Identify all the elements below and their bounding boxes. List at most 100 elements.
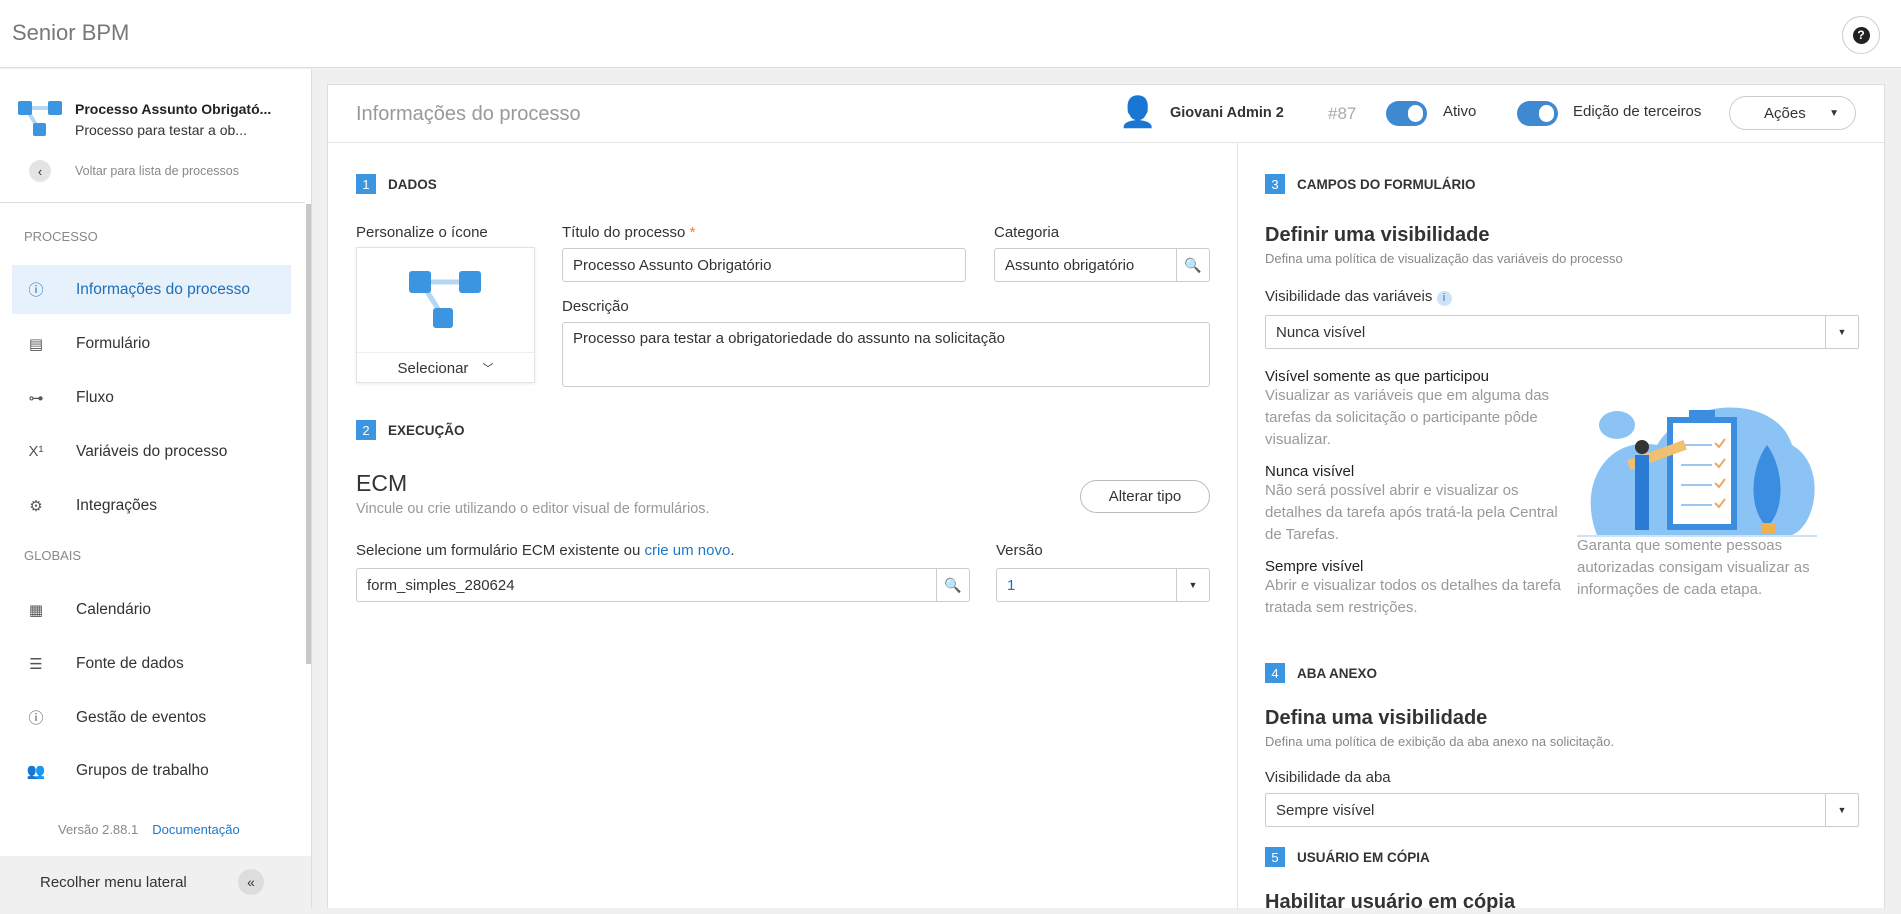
section-number: 5 (1265, 847, 1285, 867)
sidebar-item-label: Grupos de trabalho (76, 761, 209, 779)
checklist-illustration (1577, 407, 1817, 537)
visibility-options: Visível somente as que participou Visual… (1265, 368, 1575, 619)
collapse-label: Recolher menu lateral (40, 873, 187, 891)
sidebar-item-variaveis[interactable]: X¹ Variáveis do processo (12, 427, 291, 476)
icon-select-label: Selecionar (397, 359, 469, 377)
caret-down-icon: ▼ (1825, 316, 1858, 348)
alert-icon: ⓘ (28, 710, 44, 727)
question-icon: ? (1852, 26, 1870, 44)
process-title: Processo Assunto Obrigató... (75, 101, 272, 117)
edicao-terceiros-label: Edição de terceiros (1573, 103, 1702, 120)
anexo-select[interactable]: Sempre visível ▼ (1265, 793, 1859, 827)
calendar-icon: ▦ (28, 601, 44, 619)
process-icon (18, 101, 62, 136)
group-icon: 👥 (26, 762, 46, 780)
vis-label: Visibilidade das variáveis i (1265, 288, 1452, 306)
form-value: form_simples_280624 (367, 576, 515, 594)
icon-select-button[interactable]: Selecionar ﹀ (357, 352, 534, 383)
option-title: Nunca visível (1265, 463, 1355, 480)
divider (0, 202, 305, 203)
ativo-toggle[interactable] (1386, 101, 1427, 126)
collapse-bar[interactable]: Recolher menu lateral « (0, 856, 311, 908)
option-title: Sempre visível (1265, 558, 1364, 575)
actions-button[interactable]: Ações ▼ (1729, 96, 1856, 130)
sidebar-item-label: Formulário (76, 334, 151, 352)
sidebar-item-formulario[interactable]: ▤ Formulário (12, 319, 291, 368)
user-name: Giovani Admin 2 (1170, 105, 1284, 121)
section-title: DADOS (388, 176, 437, 192)
sidebar-item-informacoes[interactable]: ⓘ Informações do processo (12, 265, 291, 314)
option-text: Visualizar as variáveis que em alguma da… (1265, 387, 1550, 448)
section-number: 1 (356, 174, 376, 194)
form-icon: ▤ (28, 335, 44, 353)
caret-down-icon: ▼ (1176, 569, 1209, 601)
vis-value: Nunca visível (1276, 323, 1366, 341)
section-campos: 3 CAMPOS DO FORMULÁRIO (1265, 174, 1476, 194)
sidebar-item-eventos[interactable]: ⓘ Gestão de eventos (12, 693, 291, 742)
sidebar-item-fonte-dados[interactable]: ☰ Fonte de dados (12, 639, 291, 688)
actions-label: Ações (1764, 104, 1806, 122)
sidebar-scrollbar[interactable] (306, 204, 311, 664)
sidebar-item-grupos[interactable]: 👥 Grupos de trabalho (12, 746, 291, 795)
versao-label: Versão (996, 542, 1043, 559)
icon-picker[interactable]: Selecionar ﹀ (356, 247, 535, 383)
version-info: Versão 2.88.1 Documentação (58, 822, 240, 837)
section-dados: 1 DADOS (356, 174, 437, 194)
form-label-end: . (730, 542, 735, 559)
form-label: Selecione um formulário ECM existente ou… (356, 542, 735, 559)
column-divider (1237, 143, 1238, 909)
section-number: 3 (1265, 174, 1285, 194)
option-text: Abrir e visualizar todos os detalhes da … (1265, 577, 1561, 616)
double-chevron-left-icon[interactable]: « (238, 869, 264, 895)
user-avatar-icon: 👤 (1119, 96, 1157, 129)
section-title: USUÁRIO EM CÓPIA (1297, 849, 1430, 865)
section-anexo: 4 ABA ANEXO (1265, 663, 1377, 683)
info-icon: ⓘ (28, 282, 44, 299)
chevron-down-icon: ﹀ (482, 363, 494, 375)
section-title: ABA ANEXO (1297, 665, 1378, 681)
campos-subtitle: Defina uma política de visualização das … (1265, 251, 1623, 266)
categoria-input[interactable]: Assunto obrigatório 🔍 (994, 248, 1210, 282)
section-number: 2 (356, 420, 376, 440)
database-icon: ☰ (29, 655, 43, 673)
edicao-terceiros-toggle[interactable] (1517, 101, 1558, 126)
variable-icon: X¹ (28, 443, 44, 460)
form-input[interactable]: form_simples_280624 🔍 (356, 568, 970, 602)
vis-select[interactable]: Nunca visível ▼ (1265, 315, 1859, 349)
categoria-value: Assunto obrigatório (1005, 256, 1135, 274)
descricao-textarea[interactable]: Processo para testar a obrigatoriedade d… (562, 322, 1210, 387)
process-subtitle: Processo para testar a ob... (75, 122, 247, 138)
campos-heading: Definir uma visibilidade (1265, 224, 1490, 246)
required-mark: * (689, 224, 696, 241)
section-title: CAMPOS DO FORMULÁRIO (1297, 176, 1476, 192)
anexo-subtitle: Defina uma política de exibição da aba a… (1265, 734, 1615, 749)
back-link[interactable]: Voltar para lista de processos (75, 164, 239, 178)
flow-icon: ⊶ (28, 389, 44, 407)
panel-header: Informações do processo 👤 Giovani Admin … (328, 85, 1884, 143)
icon-label: Personalize o ícone (356, 224, 488, 241)
back-button[interactable]: ‹ (29, 160, 51, 182)
sidebar-item-calendario[interactable]: ▦ Calendário (12, 585, 291, 634)
sidebar-item-label: Gestão de eventos (76, 708, 207, 726)
search-icon[interactable]: 🔍 (1176, 249, 1209, 281)
info-icon[interactable]: i (1436, 291, 1452, 306)
main-panel: Informações do processo 👤 Giovani Admin … (327, 84, 1885, 913)
execution-type: ECM (356, 470, 408, 496)
section-processo: PROCESSO (24, 229, 98, 244)
sidebar-item-label: Integrações (76, 496, 157, 514)
section-copia: 5 USUÁRIO EM CÓPIA (1265, 847, 1430, 867)
illustration-caption: Garanta que somente pessoas autorizadas … (1577, 537, 1810, 598)
versao-select[interactable]: 1 ▼ (996, 568, 1210, 602)
titulo-input[interactable]: Processo Assunto Obrigatório (562, 248, 966, 282)
vis-label-text: Visibilidade das variáveis (1265, 288, 1433, 305)
help-button[interactable]: ? (1842, 16, 1880, 54)
change-type-button[interactable]: Alterar tipo (1080, 480, 1210, 513)
top-bar: Senior BPM ? (0, 0, 1901, 68)
copia-heading: Habilitar usuário em cópia (1265, 891, 1516, 913)
search-icon[interactable]: 🔍 (936, 569, 969, 601)
sidebar-item-fluxo[interactable]: ⊶ Fluxo (12, 373, 291, 422)
process-id: #87 (1328, 104, 1357, 123)
create-form-link[interactable]: crie um novo (644, 542, 730, 559)
docs-link[interactable]: Documentação (152, 822, 239, 837)
sidebar-item-integracoes[interactable]: ⚙ Integrações (12, 481, 291, 530)
